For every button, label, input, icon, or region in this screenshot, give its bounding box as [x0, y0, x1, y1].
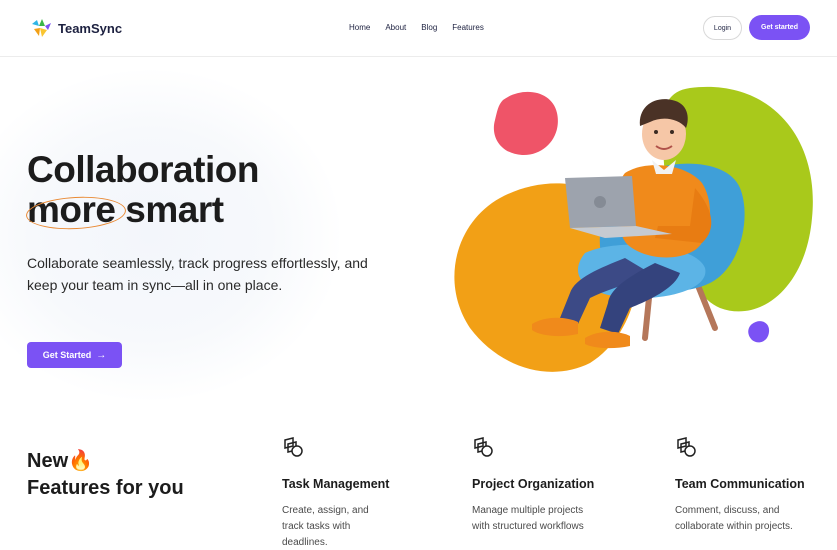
- get-started-header-button[interactable]: Get started: [749, 15, 810, 40]
- feature-description: Create, assign, and track tasks with dea…: [282, 505, 369, 548]
- shapes-icon: [677, 437, 696, 457]
- hero-title-rest-word: smart: [125, 189, 224, 230]
- get-started-hero-label: Get Started: [42, 350, 92, 360]
- brand-logo[interactable]: TeamSync: [30, 17, 122, 39]
- feature-description: Manage multiple projects with structured…: [472, 505, 584, 532]
- laptop-logo: [594, 196, 606, 208]
- nav-about[interactable]: About: [385, 22, 406, 34]
- nav-home[interactable]: Home: [349, 22, 370, 34]
- hero-illustration: [454, 86, 813, 372]
- feature-card-team-communication: Team Communication Comment, discuss, and…: [675, 436, 805, 535]
- features-heading-line2: Features for you: [27, 477, 184, 499]
- person-eye: [670, 130, 674, 134]
- arrow-right-icon: →: [96, 349, 107, 361]
- teamsync-logo-icon: [32, 19, 51, 37]
- purple-blob: [748, 321, 770, 343]
- login-button[interactable]: Login: [703, 16, 742, 40]
- feature-title: Task Management: [282, 477, 390, 491]
- feature-title: Project Organization: [472, 477, 595, 491]
- feature-description: Comment, discuss, and collaborate within…: [675, 505, 793, 532]
- person-eye: [654, 130, 658, 134]
- feature-card-task-management: Task Management Create, assign, and trac…: [282, 436, 389, 550]
- features-heading: New🔥 Features for you: [27, 448, 184, 502]
- main-nav: Home About Blog Features: [349, 22, 499, 34]
- hero-title-line2: more smart: [25, 189, 259, 232]
- top-navbar: TeamSync Home About Blog Features Login …: [0, 0, 837, 57]
- brand-name: TeamSync: [58, 20, 123, 36]
- shapes-icon: [474, 437, 493, 457]
- pink-blob: [493, 91, 558, 156]
- features-heading-line1: New: [27, 450, 69, 472]
- shapes-icon: [284, 437, 303, 457]
- nav-blog[interactable]: Blog: [421, 22, 437, 34]
- hero-title-line1: Collaboration: [27, 149, 259, 190]
- feature-card-project-organization: Project Organization Manage multiple pro…: [472, 436, 597, 535]
- feature-title: Team Communication: [675, 477, 805, 491]
- hero-title: Collaboration more smart: [25, 149, 259, 232]
- fire-icon: 🔥: [68, 450, 94, 472]
- nav-features[interactable]: Features: [452, 22, 484, 34]
- hero-subtitle: Collaborate seamlessly, track progress e…: [27, 255, 368, 293]
- get-started-hero-button[interactable]: Get Started →: [27, 342, 122, 368]
